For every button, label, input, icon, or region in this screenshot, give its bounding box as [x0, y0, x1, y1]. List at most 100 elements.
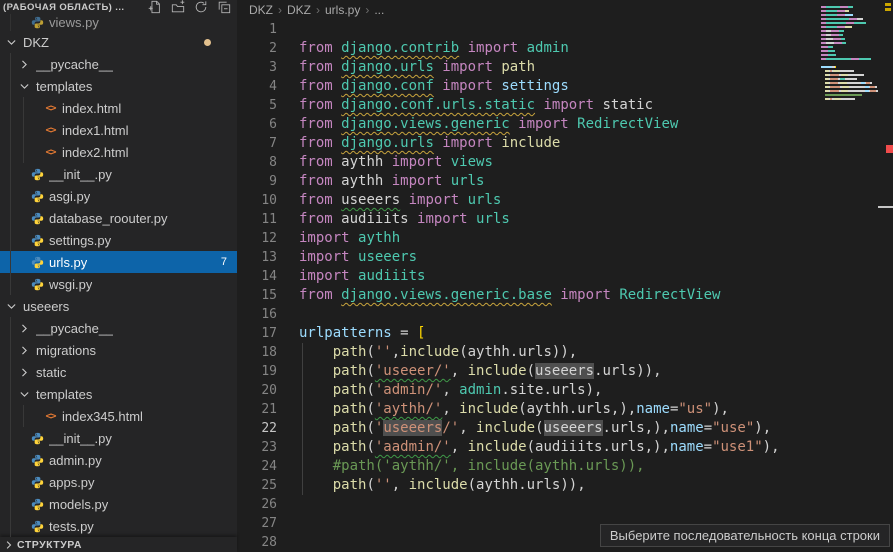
chevron-down-icon[interactable] [17, 388, 32, 401]
minimap-line [821, 22, 883, 24]
code-line-23[interactable]: 23 path('aadmin/', include(audiiits.urls… [237, 438, 893, 457]
code-line-5[interactable]: 5from django.conf.urls.static import sta… [237, 96, 893, 115]
code-line-17[interactable]: 17urlpatterns = [ [237, 324, 893, 343]
tree-item-index1-html[interactable]: <>index1.html [0, 119, 237, 141]
tree-item-urls-py[interactable]: urls.py7 [0, 251, 237, 273]
line-number: 23 [237, 438, 277, 457]
line-number: 16 [237, 305, 277, 324]
tree-item-tests-py[interactable]: tests.py [0, 515, 237, 537]
breadcrumb: DKZ›DKZ›urls.py›... [237, 0, 893, 20]
code-area[interactable]: 12from django.contrib import admin3from … [237, 20, 893, 552]
minimap-line [821, 18, 883, 20]
chevron-right-icon[interactable] [17, 344, 32, 357]
minimap-line [821, 70, 883, 72]
tree-item-wsgi-py[interactable]: wsgi.py [0, 273, 237, 295]
indent-guide [10, 405, 11, 427]
chevron-down-icon[interactable] [4, 300, 19, 313]
breadcrumb-item[interactable]: urls.py [325, 3, 360, 17]
refresh-icon[interactable] [194, 0, 208, 14]
code-line-9[interactable]: 9from aythh import urls [237, 172, 893, 191]
line-number: 12 [237, 229, 277, 248]
tree-item-pycache[interactable]: __pycache__ [0, 53, 237, 75]
tree-item-index345-html[interactable]: <>index345.html [0, 405, 237, 427]
code-line-6[interactable]: 6from django.views.generic import Redire… [237, 115, 893, 134]
chevron-right-icon[interactable] [17, 366, 32, 379]
code-line-16[interactable]: 16 [237, 305, 893, 324]
tree-item-useeers[interactable]: useeers [0, 295, 237, 317]
scrollbar-decoration [878, 206, 893, 208]
code-line-3[interactable]: 3from django.urls import path [237, 58, 893, 77]
code-line-18[interactable]: 18 path('',include(aythh.urls)), [237, 343, 893, 362]
line-number: 1 [237, 20, 277, 39]
tree-item-templates[interactable]: templates [0, 75, 237, 97]
tree-item-index-html[interactable]: <>index.html [0, 97, 237, 119]
chevron-right-icon[interactable] [17, 58, 32, 71]
line-content: import aythh [299, 229, 400, 248]
line-number: 21 [237, 400, 277, 419]
file-name: apps.py [49, 475, 95, 490]
tree-item-index2-html[interactable]: <>index2.html [0, 141, 237, 163]
tree-item-static[interactable]: static [0, 361, 237, 383]
tree-item-init-py[interactable]: __init__.py [0, 163, 237, 185]
code-line-22[interactable]: 22 path('useeers/', include(useeers.urls… [237, 419, 893, 438]
outline-section-header[interactable]: СТРУКТУРА [0, 537, 237, 552]
tree-item-asgi-py[interactable]: asgi.py [0, 185, 237, 207]
tree-item-init-py[interactable]: __init__.py [0, 427, 237, 449]
minimap-line [821, 50, 883, 52]
minimap-line [821, 90, 883, 92]
tree-item-migrations[interactable]: migrations [0, 339, 237, 361]
code-line-1[interactable]: 1 [237, 20, 893, 39]
file-name: __init__.py [49, 431, 112, 446]
code-line-24[interactable]: 24 #path('aythh/', include(aythh.urls)), [237, 457, 893, 476]
code-line-14[interactable]: 14import audiiits [237, 267, 893, 286]
minimap-line [821, 74, 883, 76]
code-line-15[interactable]: 15from django.views.generic.base import … [237, 286, 893, 305]
new-folder-icon[interactable] [171, 0, 185, 14]
line-content: path('useeer/', include(useeers.urls)), [299, 362, 662, 381]
indent-guide [23, 97, 24, 119]
code-line-7[interactable]: 7from django.urls import include [237, 134, 893, 153]
line-number: 8 [237, 153, 277, 172]
minimap[interactable] [821, 2, 883, 114]
python-file-icon [30, 168, 45, 181]
tree-item-admin-py[interactable]: admin.py [0, 449, 237, 471]
tree-item-views-py[interactable]: views.py [0, 14, 237, 31]
code-line-8[interactable]: 8from aythh import views [237, 153, 893, 172]
tree-item-templates[interactable]: templates [0, 383, 237, 405]
code-line-19[interactable]: 19 path('useeer/', include(useeers.urls)… [237, 362, 893, 381]
minimap-line [821, 10, 883, 12]
vscode-window: (РАБОЧАЯ ОБЛАСТЬ) ... views.pyDKZ__pycac… [0, 0, 893, 552]
tree-item-apps-py[interactable]: apps.py [0, 471, 237, 493]
tree-item-pycache[interactable]: __pycache__ [0, 317, 237, 339]
tree-item-models-py[interactable]: models.py [0, 493, 237, 515]
code-line-25[interactable]: 25 path('', include(aythh.urls)), [237, 476, 893, 495]
new-file-icon[interactable] [148, 0, 162, 14]
tree-item-database-roouter-py[interactable]: database_roouter.py [0, 207, 237, 229]
minimap-line [821, 42, 883, 44]
file-tree: views.pyDKZ__pycache__templates<>index.h… [0, 14, 237, 537]
code-line-20[interactable]: 20 path('admin/', admin.site.urls), [237, 381, 893, 400]
tree-item-dkz[interactable]: DKZ [0, 31, 237, 53]
chevron-right-icon[interactable] [17, 322, 32, 335]
code-line-13[interactable]: 13import useeers [237, 248, 893, 267]
tree-item-settings-py[interactable]: settings.py [0, 229, 237, 251]
line-number: 22 [237, 419, 277, 438]
chevron-down-icon[interactable] [17, 80, 32, 93]
indent-guide [10, 361, 11, 383]
code-line-11[interactable]: 11from audiiits import urls [237, 210, 893, 229]
breadcrumb-item[interactable]: DKZ [249, 3, 273, 17]
collapse-all-icon[interactable] [217, 0, 231, 14]
chevron-down-icon[interactable] [4, 36, 19, 49]
minimap-line [821, 26, 883, 28]
indent-guide [10, 163, 11, 185]
code-line-10[interactable]: 10from useeers import urls [237, 191, 893, 210]
minimap-line [821, 46, 883, 48]
code-line-2[interactable]: 2from django.contrib import admin [237, 39, 893, 58]
breadcrumb-item[interactable]: DKZ [287, 3, 311, 17]
code-line-12[interactable]: 12 import aythh [237, 229, 893, 248]
code-line-26[interactable]: 26 [237, 495, 893, 514]
minimap-line [821, 78, 883, 80]
breadcrumb-item[interactable]: ... [374, 3, 384, 17]
code-line-21[interactable]: 21 path('aythh/', include(aythh.urls,),n… [237, 400, 893, 419]
code-line-4[interactable]: 4from django.conf import settings [237, 77, 893, 96]
